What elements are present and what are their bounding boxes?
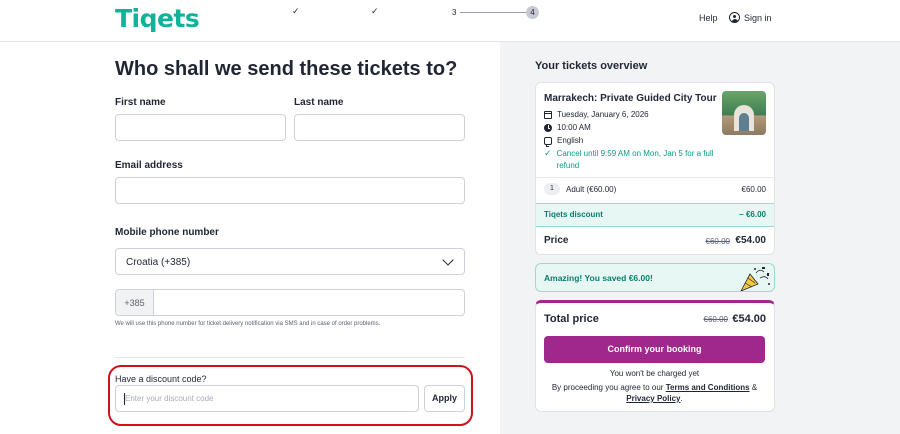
step-4-current: 4 — [526, 6, 539, 19]
clock-icon — [544, 123, 552, 132]
first-name-label: First name — [115, 97, 166, 108]
total-price-original: €60.00 — [703, 315, 728, 324]
price-original: €60.00 — [705, 237, 730, 246]
chevron-down-icon — [442, 254, 454, 266]
step-2-check-icon: ✓ — [371, 6, 379, 16]
total-price-label: Total price — [544, 313, 599, 325]
tour-title: Marrakech: Private Guided City Tour — [544, 93, 717, 104]
tour-thumbnail — [722, 91, 766, 135]
party-popper-icon — [740, 267, 770, 291]
cancellation-policy: ✓ Cancel until 9:59 AM on Mon, Jan 5 for… — [544, 148, 727, 172]
price-label: Price — [544, 235, 569, 246]
discount-code-input[interactable]: Enter your discount code — [115, 385, 419, 412]
calendar-icon — [544, 110, 552, 119]
discount-value: – €6.00 — [739, 210, 766, 219]
agree-ampersand: & — [751, 383, 758, 392]
phone-hint: We will use this phone number for ticket… — [115, 321, 381, 327]
confirm-booking-button[interactable]: Confirm your booking — [544, 336, 765, 363]
step-3-number: 3 — [452, 8, 457, 17]
last-name-label: Last name — [294, 97, 344, 108]
email-field[interactable] — [115, 177, 465, 204]
savings-text: Amazing! You saved €6.00! — [544, 273, 653, 283]
progress-steps: ✓ ✓ 3 4 — [278, 6, 548, 20]
ticket-price: €60.00 — [741, 185, 766, 194]
language-icon — [544, 136, 552, 147]
separator — [536, 177, 774, 178]
page-title: Who shall we send these tickets to? — [115, 58, 458, 80]
discount-row: Tiqets discount – €6.00 — [536, 203, 774, 227]
apply-discount-button[interactable]: Apply — [424, 385, 465, 412]
tour-date-text: Tuesday, January 6, 2026 — [557, 110, 649, 119]
agree-period: . — [680, 394, 683, 403]
privacy-policy-link[interactable]: Privacy Policy — [626, 394, 680, 403]
phone-prefix: +385 — [116, 290, 154, 315]
phone-number-field[interactable]: +385 — [115, 289, 465, 316]
savings-banner: Amazing! You saved €6.00! — [535, 263, 775, 292]
email-label: Email address — [115, 160, 183, 171]
sign-in-label: Sign in — [744, 12, 772, 23]
user-icon — [729, 12, 740, 23]
ticket-quantity-badge: 1 — [544, 183, 560, 195]
tour-language: English — [544, 136, 584, 147]
agree-prefix: By proceeding you agree to our — [551, 383, 664, 392]
phone-label: Mobile phone number — [115, 227, 219, 238]
first-name-field[interactable] — [115, 114, 286, 141]
price-discounted: €54.00 — [735, 235, 766, 246]
not-charged-note: You won't be charged yet — [609, 369, 700, 378]
help-link[interactable]: Help — [699, 13, 718, 23]
tour-date: Tuesday, January 6, 2026 — [544, 110, 649, 119]
tour-language-text: English — [557, 136, 584, 145]
cancellation-text: Cancel until 9:59 AM on Mon, Jan 5 for a… — [556, 149, 714, 170]
last-name-field[interactable] — [294, 114, 465, 141]
country-code-value: Croatia (+385) — [126, 257, 191, 268]
tiqets-logo[interactable]: Tiqets — [115, 4, 200, 33]
discount-code-label: Have a discount code? — [115, 374, 207, 384]
discount-label: Tiqets discount — [544, 210, 603, 219]
divider — [115, 357, 465, 358]
country-code-select[interactable]: Croatia (+385) — [115, 248, 465, 275]
terms-agreement: By proceeding you agree to our Terms and… — [544, 382, 765, 404]
tour-time-text: 10:00 AM — [557, 123, 591, 132]
check-icon: ✓ — [544, 148, 552, 158]
tour-time: 10:00 AM — [544, 123, 591, 132]
header: Tiqets ✓ ✓ 3 4 Help Sign in — [0, 0, 900, 42]
terms-link[interactable]: Terms and Conditions — [666, 383, 750, 392]
step-1-check-icon: ✓ — [292, 6, 300, 16]
total-price-discounted: €54.00 — [732, 313, 766, 325]
step-connector — [460, 12, 526, 13]
sign-in-link[interactable]: Sign in — [729, 12, 772, 23]
overview-title: Your tickets overview — [535, 60, 648, 72]
ticket-type: Adult (€60.00) — [566, 185, 617, 194]
